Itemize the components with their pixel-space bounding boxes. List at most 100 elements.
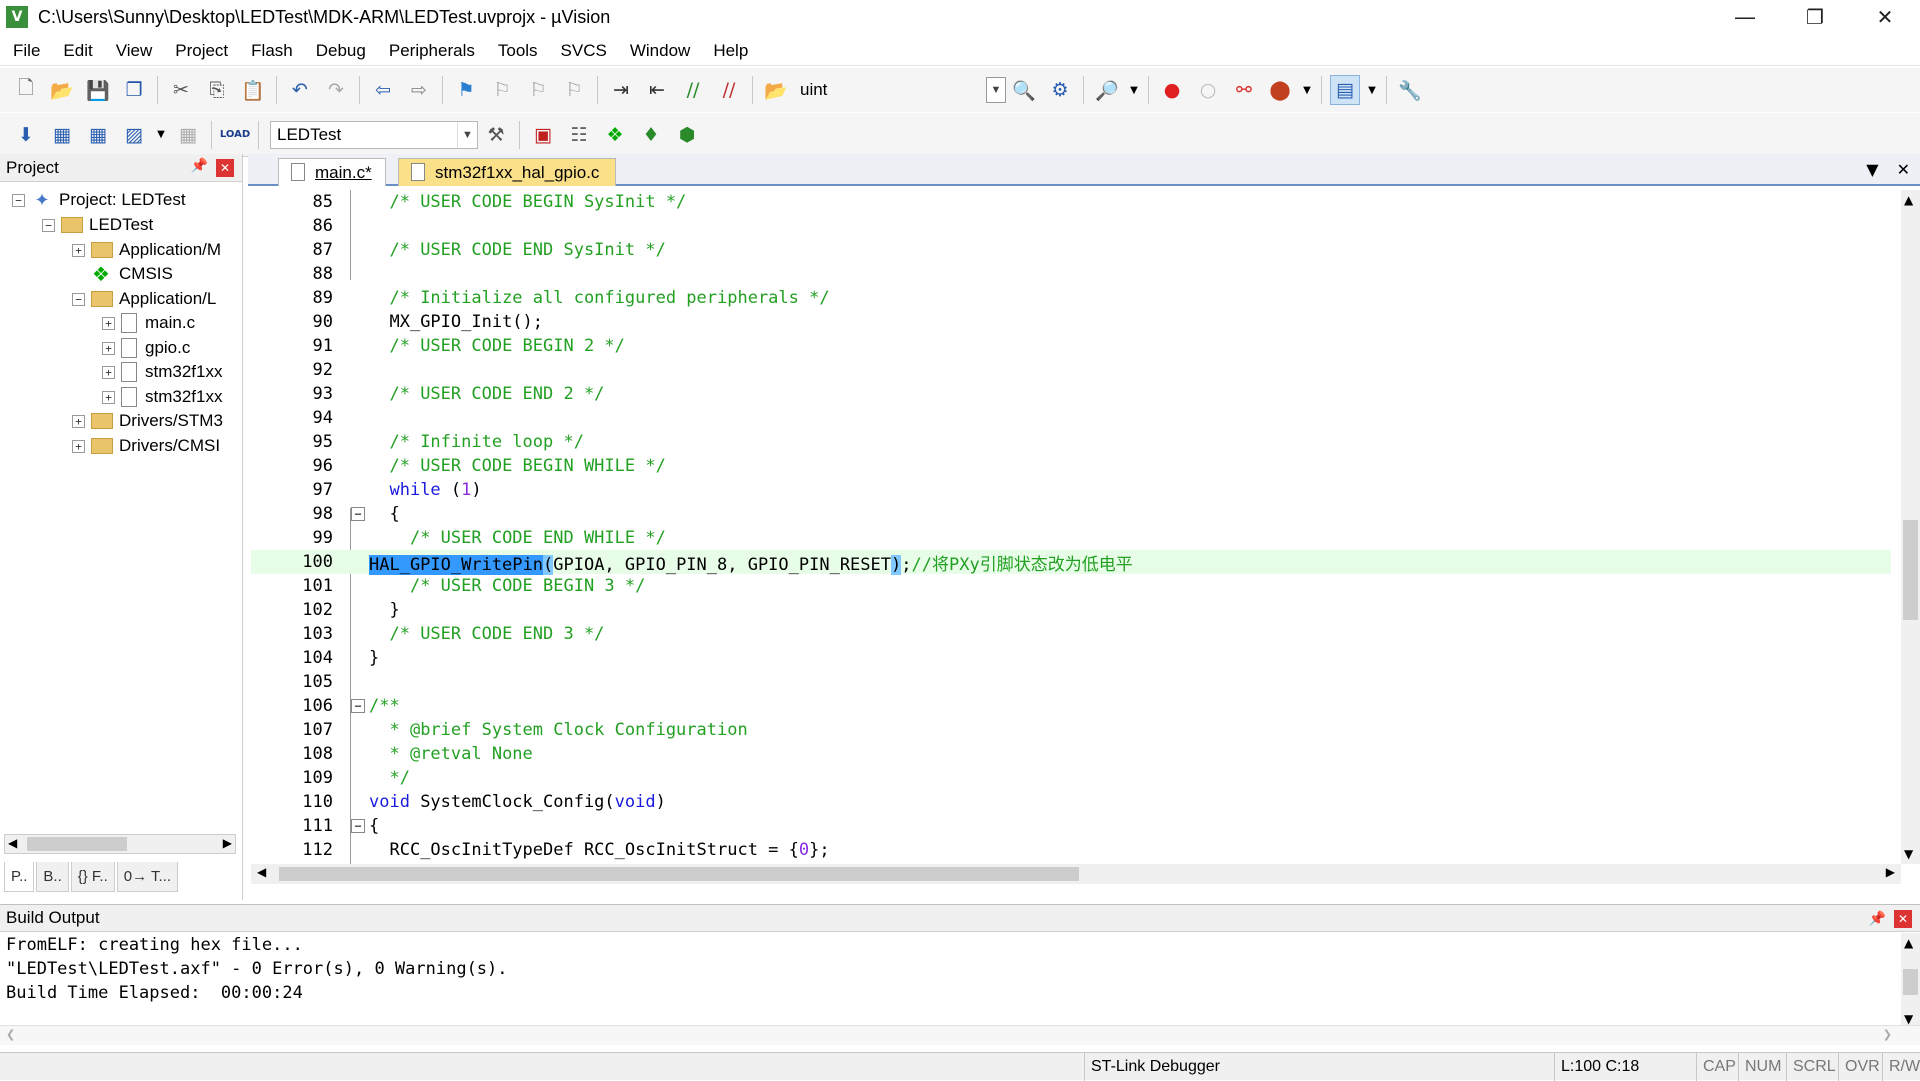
expand-icon[interactable]: + [72, 439, 85, 453]
code-line[interactable]: 102 } [251, 598, 1891, 622]
undo-icon[interactable]: ↶ [285, 75, 315, 105]
close-window-button[interactable]: ✕ [1850, 0, 1920, 34]
code-line[interactable]: 109 */ [251, 766, 1891, 790]
code-line[interactable]: 98 − { [251, 502, 1891, 526]
scroll-up-icon[interactable]: ▲ [1904, 936, 1913, 950]
menu-help[interactable]: Help [700, 41, 758, 61]
close-panel-icon[interactable]: ✕ [1894, 910, 1912, 928]
tree-item-target[interactable]: − LEDTest [42, 213, 153, 237]
find-input[interactable]: uint [800, 80, 827, 100]
code-line[interactable]: 95 /* Infinite loop */ [251, 430, 1891, 454]
code-line[interactable]: 86 [251, 214, 1891, 238]
tree-item-file[interactable]: + gpio.c [102, 336, 190, 360]
scroll-left-icon[interactable]: ◀ [8, 836, 17, 850]
build-icon[interactable]: ▦ [47, 120, 77, 150]
navigate-forward-icon[interactable]: ⇨ [404, 75, 434, 105]
download-load-icon[interactable]: LOAD [220, 120, 250, 150]
chevron-down-icon[interactable]: ▼ [1128, 75, 1140, 105]
scroll-right-icon[interactable]: ▶ [1886, 865, 1895, 879]
comment-icon[interactable]: // [678, 75, 708, 105]
batch-build-icon[interactable]: ▨ [119, 120, 149, 150]
file-extensions-icon[interactable]: ☷ [564, 120, 594, 150]
code-line[interactable]: 99 /* USER CODE END WHILE */ [251, 526, 1891, 550]
tree-item-cmsis[interactable]: ❖ CMSIS [91, 262, 173, 286]
target-options-icon[interactable]: ⚒ [481, 120, 511, 150]
menu-edit[interactable]: Edit [50, 41, 102, 61]
tree-item-group[interactable]: − Application/L [72, 287, 216, 311]
tab-main-c[interactable]: main.c* [278, 158, 386, 186]
tree-item-file[interactable]: + main.c [102, 311, 195, 335]
output-horizontal-scrollbar[interactable]: ❮ ❯ [0, 1025, 1920, 1045]
manage-run-time-environment-icon[interactable]: ❖ [600, 120, 630, 150]
code-line[interactable]: 92 [251, 358, 1891, 382]
code-line[interactable]: 97 while (1) [251, 478, 1891, 502]
code-line[interactable]: 89 /* Initialize all configured peripher… [251, 286, 1891, 310]
tab-stm32f1xx-hal-gpio[interactable]: stm32f1xx_hal_gpio.c [398, 158, 616, 186]
incremental-find-icon[interactable]: ⚙ [1045, 75, 1075, 105]
code-line[interactable]: 107 * @brief System Clock Configuration [251, 718, 1891, 742]
menu-tools[interactable]: Tools [485, 41, 548, 61]
menu-svcs[interactable]: SVCS [548, 41, 617, 61]
scrollbar-thumb[interactable] [279, 867, 1079, 881]
expand-icon[interactable]: + [102, 365, 115, 379]
scroll-down-icon[interactable]: ▼ [1904, 847, 1913, 861]
rebuild-icon[interactable]: ▦ [83, 120, 113, 150]
expand-icon[interactable]: + [102, 316, 115, 330]
code-line[interactable]: 103 /* USER CODE END 3 */ [251, 622, 1891, 646]
pin-icon[interactable]: 📌 [191, 158, 208, 174]
collapse-icon[interactable]: − [12, 193, 25, 207]
editor-horizontal-scrollbar[interactable]: ◀ ▶ [251, 864, 1901, 884]
select-packs-icon[interactable]: ♦ [636, 120, 666, 150]
scroll-left-icon[interactable]: ◀ [257, 865, 266, 879]
clear-bookmarks-icon[interactable]: ⚐ [559, 75, 589, 105]
fold-collapse-icon[interactable]: − [351, 819, 365, 833]
open-file-icon[interactable]: 📂 [47, 75, 77, 105]
tree-item-project[interactable]: − ✦ Project: LEDTest [12, 188, 186, 212]
scrollbar-thumb[interactable] [1903, 969, 1918, 995]
scroll-up-icon[interactable]: ▲ [1904, 193, 1913, 207]
tree-item-file[interactable]: + stm32f1xx [102, 385, 222, 409]
menu-peripherals[interactable]: Peripherals [376, 41, 485, 61]
new-file-icon[interactable]: 🗋 [11, 75, 41, 105]
pack-installer-icon[interactable]: ⬢ [672, 120, 702, 150]
copy-icon[interactable]: ⎘ [202, 75, 232, 105]
code-line[interactable]: 85 /* USER CODE BEGIN SysInit */ [251, 190, 1891, 214]
scroll-right-icon[interactable]: ❯ [1883, 1028, 1892, 1041]
translate-icon[interactable]: ⬇ [11, 120, 41, 150]
kill-breakpoints-icon[interactable]: ⬤ [1265, 75, 1295, 105]
fold-collapse-icon[interactable]: − [351, 699, 365, 713]
menu-debug[interactable]: Debug [303, 41, 376, 61]
chevron-down-icon[interactable]: ▼ [986, 77, 1006, 103]
find-in-files-icon[interactable]: 📂 [761, 75, 791, 105]
code-line[interactable]: 108 * @retval None [251, 742, 1891, 766]
unindent-icon[interactable]: ⇤ [642, 75, 672, 105]
uncomment-icon[interactable]: // [714, 75, 744, 105]
scroll-left-icon[interactable]: ❮ [6, 1028, 15, 1041]
disable-all-breakpoints-icon[interactable]: ⚯ [1229, 75, 1259, 105]
paste-icon[interactable]: 📋 [238, 75, 268, 105]
tree-item-group[interactable]: + Drivers/STM3 [72, 409, 223, 433]
scrollbar-thumb[interactable] [1903, 520, 1918, 620]
save-icon[interactable]: 💾 [83, 75, 113, 105]
expand-icon[interactable]: + [72, 414, 85, 428]
code-editor[interactable]: 85 /* USER CODE BEGIN SysInit */86 87 /* … [251, 190, 1901, 864]
next-bookmark-icon[interactable]: ⚐ [523, 75, 553, 105]
fold-collapse-icon[interactable]: − [351, 507, 365, 521]
tab-books[interactable]: B.. [36, 862, 69, 892]
restore-button[interactable]: ❐ [1780, 0, 1850, 34]
tree-item-group[interactable]: + Drivers/CMSI [72, 434, 220, 458]
expand-icon[interactable]: + [72, 243, 85, 257]
project-horizontal-scrollbar[interactable]: ◀ ▶ [4, 834, 236, 854]
prev-bookmark-icon[interactable]: ⚐ [487, 75, 517, 105]
tab-project[interactable]: P.. [4, 862, 35, 892]
redo-icon[interactable]: ↷ [321, 75, 351, 105]
code-line[interactable]: 104} [251, 646, 1891, 670]
breakpoint-icon[interactable]: ● [1157, 75, 1187, 105]
code-line[interactable]: 87 /* USER CODE END SysInit */ [251, 238, 1891, 262]
scroll-down-icon[interactable]: ▼ [1904, 1012, 1913, 1026]
debug-session-icon[interactable]: 🔎 [1092, 75, 1122, 105]
menu-file[interactable]: File [0, 41, 50, 61]
chevron-down-icon[interactable]: ▼ [1366, 75, 1378, 105]
output-vertical-scrollbar[interactable]: ▲ ▼ [1901, 933, 1920, 1029]
pin-icon[interactable]: 📌 [1869, 911, 1886, 927]
